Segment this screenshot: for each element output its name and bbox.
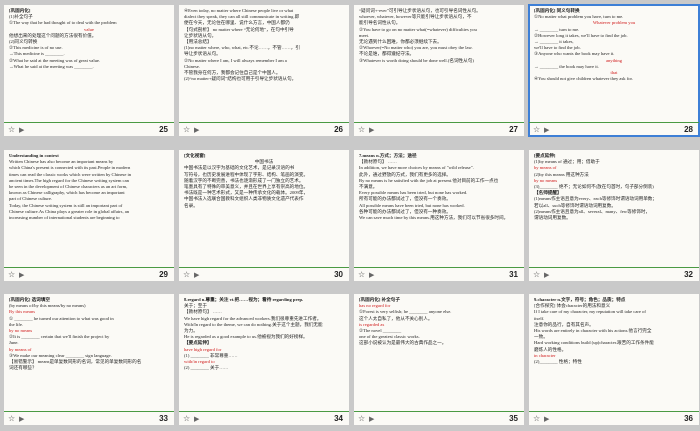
slide-number: 26 bbox=[334, 125, 343, 134]
slide-text-line: (2) ________ 关于…… bbox=[184, 365, 229, 371]
slide-animation-icon[interactable]: ▶ bbox=[194, 415, 199, 423]
slide-animation-icon[interactable]: ▶ bbox=[19, 126, 24, 134]
slide-transition-star-icon[interactable]: ☆ bbox=[358, 125, 365, 134]
slide-text-line: 谓语动词用复数。 bbox=[534, 215, 571, 221]
slide-transition-star-icon[interactable]: ☆ bbox=[183, 414, 190, 423]
slide-content: [巩固内化] (1)补全句子 ①The way that he had though… bbox=[9, 8, 169, 120]
slide-text-line: With/In regard to the theme, we can do n… bbox=[184, 321, 323, 327]
slide-transition-star-icon[interactable]: ☆ bbox=[533, 125, 540, 134]
slide-number: 35 bbox=[509, 414, 518, 423]
slide-text-line: ③Whatever is worth doing should be done … bbox=[359, 57, 474, 63]
slide-animation-icon[interactable]: ▶ bbox=[369, 415, 374, 423]
slide-thumbnail-36[interactable]: 9.character n.文字，符号；角色；品质；特点 [合作探究] 体会cha… bbox=[529, 294, 699, 425]
slide-transition-star-icon[interactable]: ☆ bbox=[183, 270, 190, 279]
slide-footer: ☆ ▶ 33 bbox=[4, 412, 174, 425]
slide-content: Understanding in context Written Chinese… bbox=[9, 153, 169, 265]
slide-transition-star-icon[interactable]: ☆ bbox=[8, 125, 15, 134]
slide-text-line: (2)________ 性格；特性 bbox=[534, 359, 582, 365]
slide-transition-star-icon[interactable]: ☆ bbox=[358, 414, 365, 423]
slide-transition-star-icon[interactable]: ☆ bbox=[183, 125, 190, 134]
slide-footer: ☆ ▶ 36 bbox=[529, 412, 699, 425]
slide-footer: ☆ ▶ 26 bbox=[179, 123, 349, 136]
slide-content: [巩固内化] 补全句子 has no regard for ①Forest is v… bbox=[359, 297, 519, 409]
slide-content: 7.means n.方式；方法；途径 【教材原句】 …… In addition, … bbox=[359, 153, 519, 265]
slide-animation-icon[interactable]: ▶ bbox=[19, 415, 24, 423]
slide-footer: ☆ ▶ 34 bbox=[179, 412, 349, 425]
slide-animation-icon[interactable]: ▶ bbox=[194, 126, 199, 134]
slide-text-line: →What he said at the meeting was _______… bbox=[9, 63, 94, 69]
slide-thumbnail-26[interactable]: ④Even today, no matter where Chinese peo… bbox=[179, 5, 349, 136]
slide-thumbnail-29[interactable]: Understanding in context Written Chinese… bbox=[4, 150, 174, 281]
slide-footer: ☆ ▶ 31 bbox=[354, 268, 524, 281]
slide-content: ④Even today, no matter where Chinese peo… bbox=[184, 8, 344, 120]
slide-footer: ☆ ▶ 30 bbox=[179, 268, 349, 281]
slide-animation-icon[interactable]: ▶ bbox=[544, 415, 549, 423]
slide-animation-icon[interactable]: ▶ bbox=[19, 271, 24, 279]
slide-animation-icon[interactable]: ▶ bbox=[544, 271, 549, 279]
slide-animation-icon[interactable]: ▶ bbox=[544, 126, 549, 134]
slide-footer: ☆ ▶ 27 bbox=[354, 123, 524, 136]
slide-number: 31 bbox=[509, 270, 518, 279]
slide-thumbnail-27[interactable]: “疑问词+-ever”可引导让步状语从句，也可引导名词性从句。 whoever, … bbox=[354, 5, 524, 136]
slide-number: 34 bbox=[334, 414, 343, 423]
slide-transition-star-icon[interactable]: ☆ bbox=[8, 414, 15, 423]
slide-number: 29 bbox=[159, 270, 168, 279]
slide-thumbnail-31[interactable]: 7.means n.方式；方法；途径 【教材原句】 …… In addition, … bbox=[354, 150, 524, 281]
slide-text-line: We have high regard for the advanced wor… bbox=[184, 315, 322, 321]
slide-thumbnail-25[interactable]: [巩固内化] (1)补全句子 ①The way that he had though… bbox=[4, 5, 174, 136]
slide-thumbnail-35[interactable]: [巩固内化] 补全句子 has no regard for ①Forest is v… bbox=[354, 294, 524, 425]
slide-animation-icon[interactable]: ▶ bbox=[194, 271, 199, 279]
slide-thumbnail-32[interactable]: [要点延伸] (1)by means of 通过；用；借助于 by means of… bbox=[529, 150, 699, 281]
slide-number: 36 bbox=[684, 414, 693, 423]
slide-text-line: By no means is he satisfied with the job… bbox=[359, 177, 499, 183]
slide-number: 30 bbox=[334, 270, 343, 279]
slide-content: [文化视窗] 中国书法 中国书法是以汉字为基础的文化艺术，是记录汉语的书 写符号，也… bbox=[184, 153, 344, 265]
slide-animation-icon[interactable]: ▶ bbox=[369, 271, 374, 279]
slide-footer: ☆ ▶ 29 bbox=[4, 268, 174, 281]
slide-content: 9.character n.文字，符号；角色；品质；特点 [合作探究] 体会cha… bbox=[534, 297, 694, 409]
slide-footer: ☆ ▶ 35 bbox=[354, 412, 524, 425]
slide-transition-star-icon[interactable]: ☆ bbox=[8, 270, 15, 279]
slide-text-line: increasing number of international stude… bbox=[9, 215, 120, 221]
slide-content: [巩固内化] 选词填空 (by means of/by this means/by… bbox=[9, 297, 169, 409]
slide-text-line: 词还有哪些？ bbox=[9, 365, 37, 371]
slide-number: 25 bbox=[159, 125, 168, 134]
slide-thumbnail-28[interactable]: [巩固内化] 同义句转换 ①No matter what problem you … bbox=[528, 4, 700, 137]
slide-text-line: We can save much time by this means.用这种方… bbox=[359, 215, 509, 221]
slide-text-line: (2)“no matter+疑问词”结构也可用于引导让步状语从句。 bbox=[184, 76, 297, 82]
slide-number: 28 bbox=[684, 125, 693, 134]
slide-transition-star-icon[interactable]: ☆ bbox=[533, 414, 540, 423]
slide-number: 27 bbox=[509, 125, 518, 134]
slide-content: [巩固内化] 同义句转换 ①No matter what problem you … bbox=[534, 8, 694, 120]
slide-text-line: 这部小说被认为是最伟大的古典作品之一。 bbox=[359, 340, 447, 346]
slide-number: 33 bbox=[159, 414, 168, 423]
slide-footer: ☆ ▶ 28 bbox=[529, 123, 699, 136]
slide-transition-star-icon[interactable]: ☆ bbox=[358, 270, 365, 279]
slide-footer: ☆ ▶ 25 bbox=[4, 123, 174, 136]
slide-content: 8.regard n.尊重；关注 vt.把……视为；看待 regarding p… bbox=[184, 297, 344, 409]
slide-text-line: ④You should not give children whatever t… bbox=[534, 76, 633, 82]
slide-transition-star-icon[interactable]: ☆ bbox=[533, 270, 540, 279]
slide-content: [要点延伸] (1)by means of 通过；用；借助于 by means of… bbox=[534, 153, 694, 265]
slide-footer: ☆ ▶ 32 bbox=[529, 268, 699, 281]
slide-thumbnail-34[interactable]: 8.regard n.尊重；关注 vt.把……视为；看待 regarding p… bbox=[179, 294, 349, 425]
slide-text-line: 名录。 bbox=[184, 202, 198, 208]
slide-animation-icon[interactable]: ▶ bbox=[369, 126, 374, 134]
slide-content: “疑问词+-ever”可引导让步状语从句，也可引导名词性从句。 whoever, … bbox=[359, 8, 519, 120]
slide-number: 32 bbox=[684, 270, 693, 279]
slide-thumbnail-33[interactable]: [巩固内化] 选词填空 (by means of/by this means/by… bbox=[4, 294, 174, 425]
slide-thumbnail-30[interactable]: [文化视窗] 中国书法 中国书法是以汉字为基础的文化艺术，是记录汉语的书 写符号，也… bbox=[179, 150, 349, 281]
slide-thumbnail-grid: [巩固内化] (1)补全句子 ①The way that he had though… bbox=[0, 0, 700, 431]
